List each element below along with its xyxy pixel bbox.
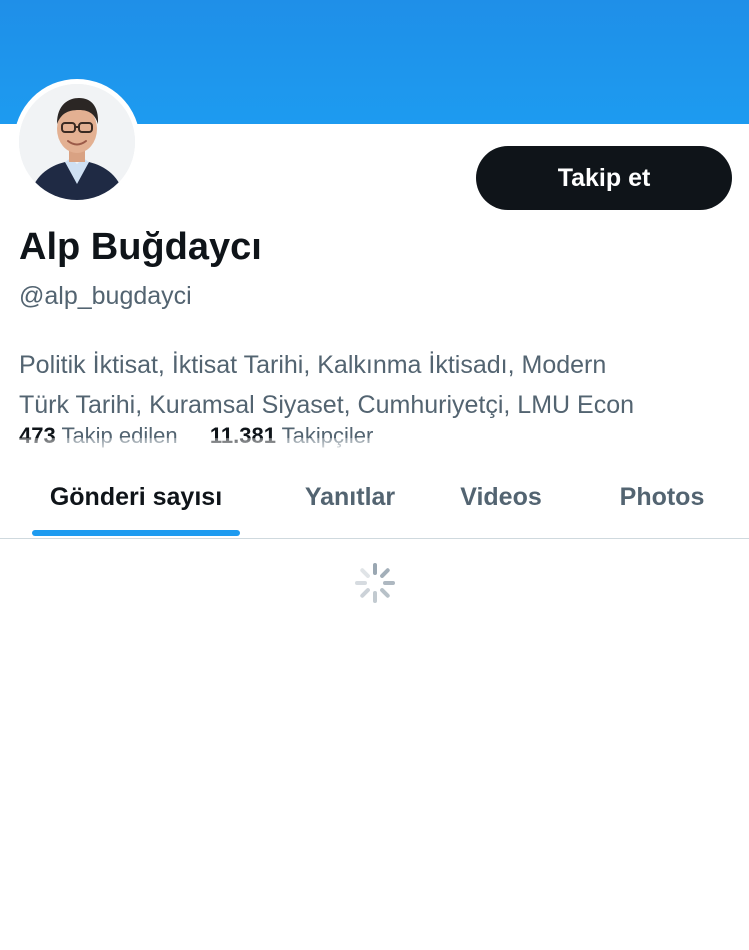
content-fade	[0, 438, 749, 456]
loading-spinner-icon	[355, 563, 395, 603]
tab-photos[interactable]: Photos	[590, 456, 734, 538]
avatar-photo	[19, 84, 135, 200]
follow-button[interactable]: Takip et	[476, 146, 732, 210]
profile-bio: Politik İktisat, İktisat Tarihi, Kalkınm…	[19, 345, 731, 425]
profile-tabs: Gönderi sayısı Yanıtlar Videos Photos	[0, 456, 749, 539]
tab-videos[interactable]: Videos	[436, 456, 566, 538]
tab-posts[interactable]: Gönderi sayısı	[20, 456, 252, 538]
display-name: Alp Buğdaycı	[19, 226, 262, 268]
active-tab-indicator	[32, 530, 240, 536]
tab-replies[interactable]: Yanıtlar	[280, 456, 420, 538]
user-handle: @alp_bugdayci	[19, 282, 192, 310]
bio-line: Politik İktisat, İktisat Tarihi, Kalkınm…	[19, 351, 607, 379]
bio-line: Türk Tarihi, Kuramsal Siyaset, Cumhuriye…	[19, 391, 635, 419]
avatar[interactable]	[19, 84, 135, 200]
